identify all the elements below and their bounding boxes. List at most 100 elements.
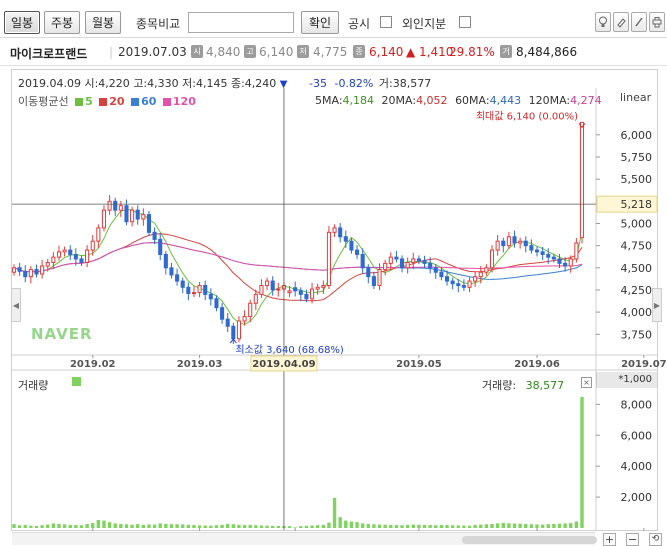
scroll-right-icon[interactable]: ▶ — [652, 288, 662, 322]
cursor-change: -35 — [309, 77, 327, 90]
volume-bar — [68, 524, 72, 528]
candle-up — [276, 288, 281, 291]
candle-up — [388, 256, 393, 264]
ma60-label: 60MA: — [455, 94, 490, 107]
candle-down — [17, 267, 22, 272]
volume-bar — [552, 523, 556, 528]
volume-bar — [265, 525, 269, 528]
volume-bar — [501, 522, 505, 528]
candle-down — [293, 287, 298, 292]
candle-down — [203, 285, 208, 295]
volume-bar — [349, 521, 354, 528]
candle-up — [96, 227, 101, 242]
volume-bar — [175, 524, 179, 528]
volume-bar — [411, 524, 415, 528]
volume-bar — [529, 524, 534, 528]
volume-bar — [85, 523, 89, 528]
candle-down — [534, 249, 540, 253]
candle-up — [259, 285, 264, 295]
candle-up — [248, 302, 253, 318]
candle-down — [68, 249, 73, 255]
candle-up — [489, 249, 495, 269]
volume-bar — [355, 522, 359, 528]
ma-legend-5[interactable]: 5 — [75, 95, 93, 108]
candle-down — [208, 293, 213, 300]
volume-bar — [546, 524, 550, 528]
reset-icon[interactable]: ⟲ — [649, 533, 662, 546]
volume-bar — [439, 524, 444, 528]
volume-bar — [360, 523, 365, 528]
volume-bars — [12, 396, 584, 528]
volume-bar — [12, 524, 16, 528]
volume-bar — [344, 520, 348, 528]
ma-legend-120[interactable]: 120 — [162, 95, 196, 108]
candle-down — [523, 240, 528, 247]
zoom-out-icon[interactable]: − — [626, 533, 639, 546]
volume-bar — [310, 525, 314, 528]
candle-down — [439, 271, 444, 278]
volume-bar — [130, 524, 134, 528]
candle-down — [152, 231, 157, 240]
candle-down — [338, 227, 343, 238]
candle-up — [62, 249, 67, 253]
volume-bar — [293, 527, 297, 528]
scroll-thumb[interactable] — [462, 536, 597, 544]
candle-down — [158, 238, 163, 255]
volume-bar — [197, 525, 202, 528]
candle-down — [546, 253, 551, 258]
volume-bar — [524, 523, 528, 528]
candle-down — [73, 253, 78, 260]
volume-bar — [580, 396, 584, 528]
candle-up — [242, 316, 247, 322]
candle-down — [371, 276, 376, 287]
candle-up — [315, 286, 320, 290]
volume-readout-value: 38,577 — [525, 379, 565, 392]
y-tick-label: 6,000 — [621, 129, 653, 142]
candle-down — [416, 258, 421, 262]
volume-bar — [428, 525, 432, 528]
candle-up — [51, 256, 56, 263]
ma-legend-60[interactable]: 60 — [131, 95, 156, 108]
volume-bar — [231, 524, 236, 528]
volume-bar — [220, 524, 224, 528]
candle-down — [529, 245, 534, 251]
x-tick-label: 2019.02 — [70, 359, 116, 370]
volume-bar — [394, 525, 399, 528]
candle-down — [399, 258, 405, 269]
candle-up — [11, 267, 17, 273]
volume-bar — [237, 524, 241, 528]
candle-up — [287, 290, 292, 294]
candle-down — [135, 209, 140, 220]
candle-down — [394, 256, 399, 260]
x-tick-label: 2019.06 — [514, 359, 560, 370]
volume-bar — [518, 523, 522, 528]
candle-down — [298, 290, 303, 295]
volume-bar — [484, 524, 489, 528]
close-icon[interactable]: × — [581, 377, 592, 388]
ma-legend-20[interactable]: 20 — [99, 95, 125, 108]
volume-bar — [91, 523, 95, 528]
volume-bar — [158, 523, 162, 528]
scroll-left-icon[interactable]: ◀ — [11, 288, 21, 322]
volume-bar — [23, 524, 27, 528]
candle-down — [113, 200, 118, 211]
cursor-change-percent: -0.82% — [334, 77, 374, 90]
candle-up — [107, 200, 112, 211]
volume-bar — [507, 523, 511, 528]
candle-up — [467, 280, 472, 288]
candle-up — [568, 258, 573, 267]
candle-up — [377, 269, 382, 287]
volume-bar — [389, 524, 393, 528]
volume-bar — [434, 525, 438, 528]
volume-bar — [214, 525, 219, 528]
volume-bar — [450, 525, 455, 528]
candle-down — [79, 258, 84, 263]
scale-mode-toggle[interactable]: linear — [620, 91, 651, 104]
candle-down — [175, 274, 180, 282]
zoom-in-icon[interactable]: + — [603, 533, 616, 546]
candle-down — [557, 258, 562, 264]
candle-down — [422, 260, 427, 264]
ma120-label: 120MA: — [528, 94, 571, 107]
volume-bar — [332, 497, 337, 528]
ma5-line — [13, 209, 583, 325]
